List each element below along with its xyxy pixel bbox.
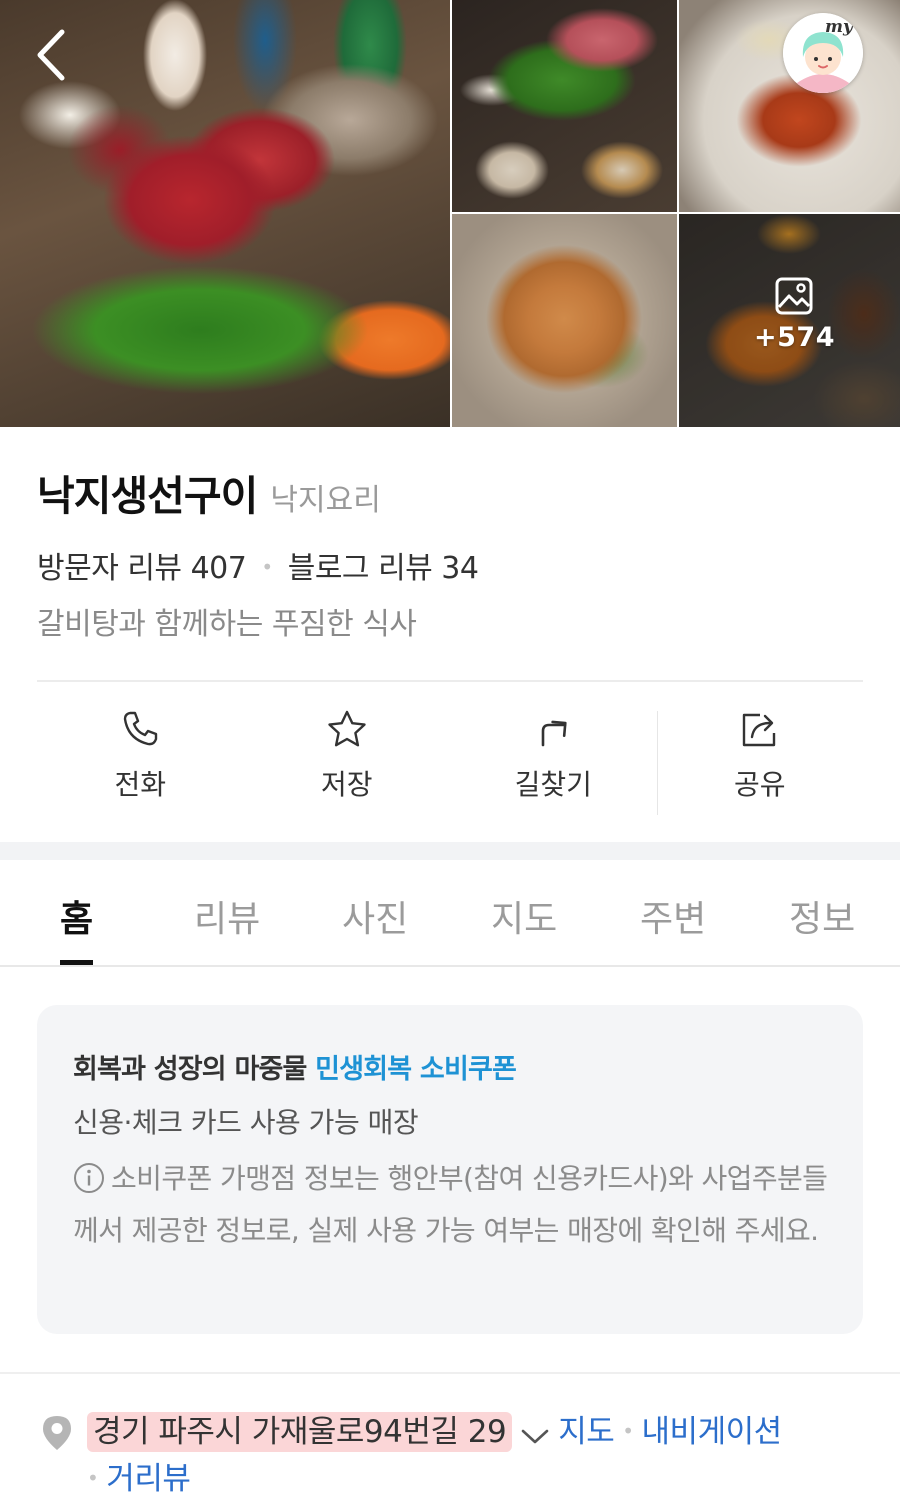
save-button[interactable]: 저장 <box>244 705 451 815</box>
coupon-note-text: 소비쿠폰 가맹점 정보는 행안부(참여 신용카드사)와 사업주분들께서 제공한 … <box>73 1162 828 1247</box>
address-row: 경기 파주시 가재울로94번길 29 지도 • 내비게이션 • 거리뷰 <box>87 1408 867 1502</box>
place-title-row: 낙지생선구이 낙지요리 <box>37 462 381 522</box>
tab-photos[interactable]: 사진 <box>342 890 408 942</box>
place-description: 갈비탕과 함께하는 푸짐한 식사 <box>37 607 417 642</box>
chevron-left-icon <box>37 29 65 81</box>
chevron-down-icon[interactable] <box>520 1426 550 1446</box>
place-name: 낙지생선구이 <box>37 472 258 520</box>
location-pin-icon <box>43 1416 71 1450</box>
separator-dot: • <box>261 555 273 579</box>
star-icon <box>328 710 366 747</box>
separator-dot: • <box>87 1466 99 1490</box>
directions-label: 길찾기 <box>514 768 592 801</box>
action-bar: 전화 저장 길찾기 공유 <box>37 705 863 815</box>
share-label: 공유 <box>733 768 786 801</box>
map-link[interactable]: 지도 <box>558 1414 615 1450</box>
action-separator <box>657 711 658 815</box>
place-category: 낙지요리 <box>270 483 381 518</box>
coupon-title-text: 회복과 성장의 마중물 <box>73 1054 307 1085</box>
divider <box>0 1372 900 1374</box>
info-icon <box>74 1163 104 1193</box>
photo-more-count: +574 <box>754 322 835 353</box>
directions-button[interactable]: 길찾기 <box>450 705 657 815</box>
address-text[interactable]: 경기 파주시 가재울로94번길 29 <box>87 1412 513 1452</box>
review-counts: 방문자 리뷰 407 • 블로그 리뷰 34 <box>37 543 479 587</box>
my-label: my <box>825 17 853 37</box>
tab-reviews[interactable]: 리뷰 <box>194 890 260 942</box>
coupon-card: 회복과 성장의 마중물 민생회복 소비쿠폰 신용·체크 카드 사용 가능 매장 … <box>37 1005 863 1334</box>
tab-info[interactable]: 정보 <box>789 890 855 942</box>
blog-review-link[interactable]: 블로그 리뷰 34 <box>288 551 479 586</box>
image-icon <box>775 277 813 315</box>
tab-home[interactable]: 홈 <box>60 890 93 942</box>
my-profile-button[interactable]: my <box>783 13 863 93</box>
tab-nearby[interactable]: 주변 <box>640 890 706 942</box>
call-button[interactable]: 전화 <box>37 705 244 815</box>
call-label: 전화 <box>114 768 167 801</box>
share-icon <box>742 713 775 747</box>
visitor-review-link[interactable]: 방문자 리뷰 407 <box>37 551 247 586</box>
coupon-title: 회복과 성장의 마중물 민생회복 소비쿠폰 <box>73 1047 517 1086</box>
divider <box>37 680 863 682</box>
coupon-note: 소비쿠폰 가맹점 정보는 행안부(참여 신용카드사)와 사업주분들께서 제공한 … <box>73 1153 833 1257</box>
phone-icon <box>124 711 158 746</box>
photo-thumbnail-1[interactable] <box>452 0 677 212</box>
share-button[interactable]: 공유 <box>657 705 864 815</box>
back-button[interactable] <box>28 26 78 84</box>
directions-icon <box>541 720 567 747</box>
tab-bar: 홈 리뷰 사진 지도 주변 정보 <box>0 860 900 967</box>
active-tab-indicator <box>60 960 93 965</box>
photo-more-overlay: +574 <box>754 276 834 353</box>
save-label: 저장 <box>320 768 373 801</box>
section-divider <box>0 842 900 860</box>
navigation-link[interactable]: 내비게이션 <box>642 1414 783 1450</box>
photo-more[interactable]: +574 <box>679 214 900 427</box>
separator-dot: • <box>622 1419 634 1443</box>
coupon-subtitle: 신용·체크 카드 사용 가능 매장 <box>73 1106 419 1139</box>
coupon-highlight[interactable]: 민생회복 소비쿠폰 <box>315 1054 517 1085</box>
photo-gallery: +574 <box>0 0 900 427</box>
tab-map[interactable]: 지도 <box>491 890 557 942</box>
photo-thumbnail-3[interactable] <box>452 214 677 427</box>
street-view-link[interactable]: 거리뷰 <box>106 1461 191 1497</box>
